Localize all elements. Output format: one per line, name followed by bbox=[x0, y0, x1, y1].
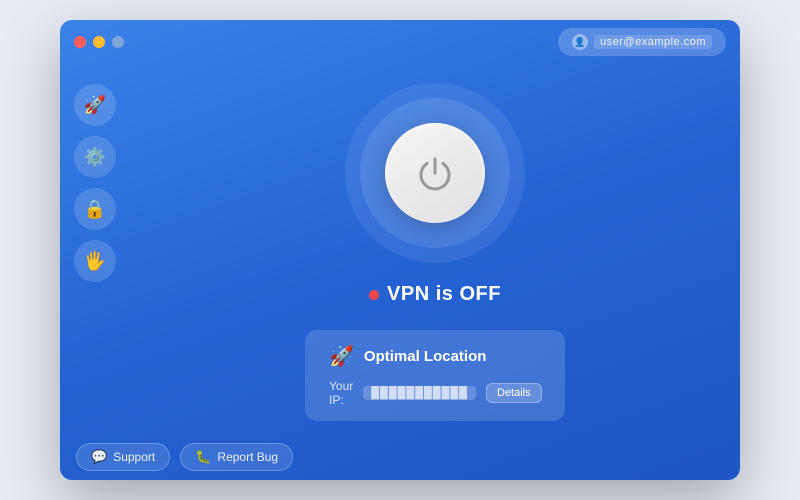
user-account-button[interactable]: 👤 user@example.com bbox=[558, 28, 726, 56]
location-icon: 🚀 bbox=[329, 344, 354, 369]
power-area bbox=[345, 83, 525, 263]
report-bug-label: Report Bug bbox=[217, 450, 278, 464]
main-content: VPN is OFF 🚀 Optimal Location Your IP: █… bbox=[130, 64, 740, 480]
power-icon bbox=[413, 151, 457, 195]
sidebar-item-block[interactable]: 🖐️ bbox=[74, 240, 116, 282]
close-button[interactable] bbox=[74, 36, 86, 48]
window-controls bbox=[74, 36, 124, 48]
ip-value: ███████████ bbox=[363, 386, 476, 400]
rocket-icon: 🚀 bbox=[84, 95, 106, 116]
app-window: 👤 user@example.com 🚀 ⚙️ 🔒 🖐️ bbox=[60, 20, 740, 480]
location-card: 🚀 Optimal Location Your IP: ███████████ … bbox=[305, 330, 565, 421]
user-icon: 👤 bbox=[572, 34, 588, 50]
ip-label: Your IP: bbox=[329, 379, 353, 407]
sidebar-item-quick-connect[interactable]: 🚀 bbox=[74, 84, 116, 126]
power-button[interactable] bbox=[385, 123, 485, 223]
lock-icon: 🔒 bbox=[84, 199, 106, 220]
location-header: 🚀 Optimal Location bbox=[329, 344, 541, 369]
power-ring-mid bbox=[360, 98, 510, 248]
sidebar-item-settings[interactable]: ⚙️ bbox=[74, 136, 116, 178]
vpn-status: VPN is OFF bbox=[369, 283, 501, 306]
user-email: user@example.com bbox=[594, 35, 712, 49]
details-button[interactable]: Details bbox=[486, 383, 542, 403]
bottom-bar: 💬 Support 🐛 Report Bug bbox=[60, 434, 740, 480]
bug-icon: 🐛 bbox=[195, 449, 211, 465]
hand-icon: 🖐️ bbox=[84, 251, 106, 272]
settings-icon: ⚙️ bbox=[84, 147, 106, 168]
titlebar: 👤 user@example.com bbox=[60, 20, 740, 64]
sidebar: 🚀 ⚙️ 🔒 🖐️ bbox=[60, 64, 130, 480]
report-bug-button[interactable]: 🐛 Report Bug bbox=[180, 443, 293, 471]
vpn-status-text: VPN is OFF bbox=[387, 283, 501, 306]
status-dot bbox=[369, 290, 379, 300]
location-name: Optimal Location bbox=[364, 348, 487, 365]
power-ring-outer bbox=[345, 83, 525, 263]
maximize-button[interactable] bbox=[112, 36, 124, 48]
sidebar-item-security[interactable]: 🔒 bbox=[74, 188, 116, 230]
minimize-button[interactable] bbox=[93, 36, 105, 48]
location-ip: Your IP: ███████████ Details bbox=[329, 379, 541, 407]
